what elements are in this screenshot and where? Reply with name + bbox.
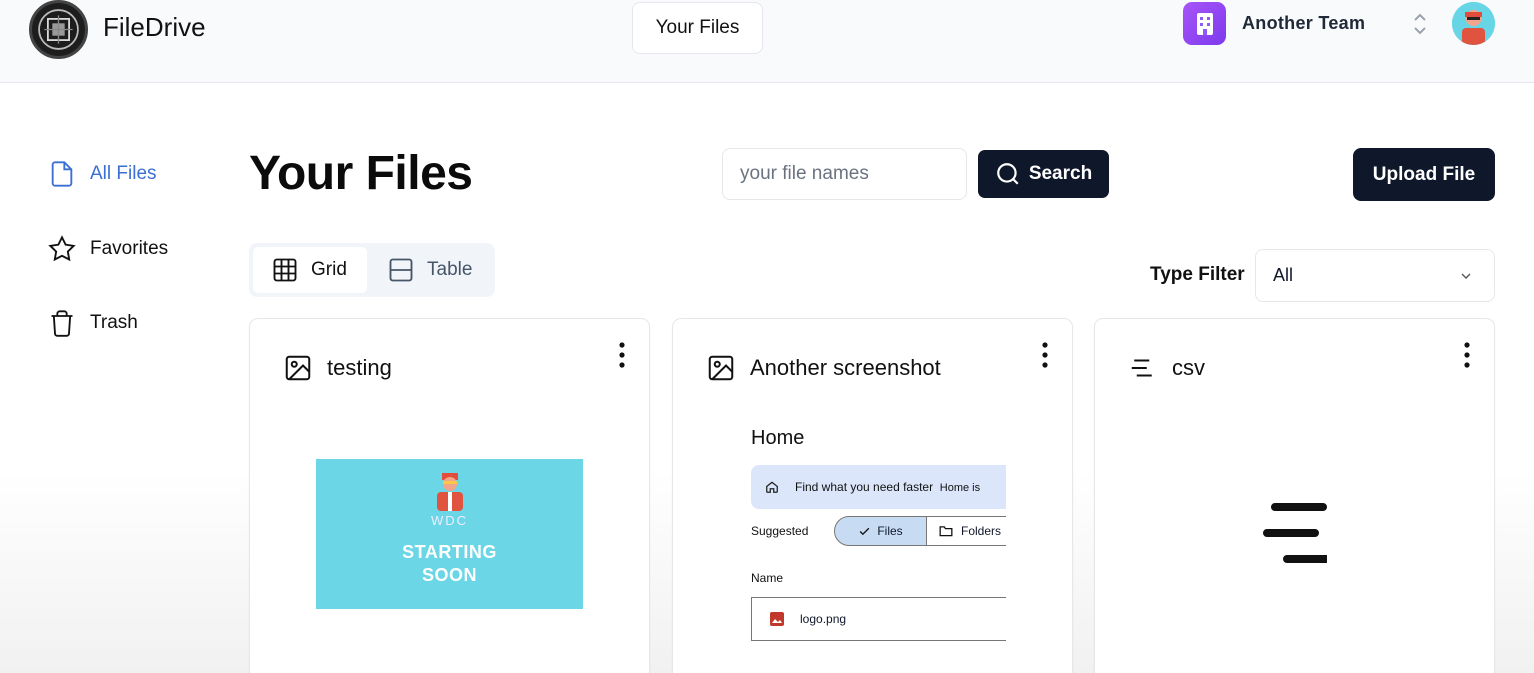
sidebar-item-label: All Files — [90, 163, 157, 184]
thumbnail-text: STARTING — [402, 542, 497, 562]
thumbnail-heading: Home — [751, 427, 805, 449]
thumbnail-banner-text: Find what you need faster Home is — [795, 480, 981, 494]
text-lines-icon — [1263, 503, 1327, 563]
upload-file-button[interactable]: Upload File — [1353, 148, 1495, 201]
file-icon — [51, 161, 73, 187]
file-card[interactable]: csv — [1094, 318, 1495, 673]
file-card[interactable]: testing WDC STARTING SOON — [249, 318, 650, 673]
type-filter-value: All — [1273, 265, 1294, 285]
file-thumbnail: Home Find what you need faster Home is S… — [751, 419, 1006, 649]
user-avatar[interactable] — [1452, 2, 1495, 45]
home-icon — [766, 481, 778, 493]
type-filter-label: Type Filter — [1150, 264, 1245, 285]
search-button[interactable]: Search — [978, 150, 1109, 198]
file-thumbnail: WDC STARTING SOON — [316, 459, 583, 609]
chevron-down-icon — [1461, 273, 1471, 279]
star-icon — [48, 235, 76, 262]
sidebar-item-label: Trash — [90, 312, 138, 333]
grid-icon — [273, 258, 297, 282]
thumbnail-file-row: logo.png — [751, 597, 1006, 641]
file-name: Another screenshot — [750, 355, 941, 380]
file-name: testing — [327, 355, 392, 380]
team-switcher-name[interactable]: Another Team — [1242, 13, 1365, 34]
image-icon — [708, 355, 734, 381]
more-vertical-icon[interactable] — [1462, 341, 1472, 369]
file-card[interactable]: Another screenshot Home Find what you ne… — [672, 318, 1073, 673]
thumbnail-suggested-label: Suggested — [751, 524, 809, 538]
thumbnail-banner: Find what you need faster Home is — [751, 465, 1006, 509]
text-lines-icon — [1131, 359, 1152, 377]
view-toggle: Grid Table — [249, 243, 495, 297]
more-vertical-icon[interactable] — [617, 341, 627, 369]
top-header: FileDrive Your Files Another Team — [0, 0, 1534, 83]
folder-icon — [939, 526, 953, 537]
thumbnail-text: SOON — [421, 565, 477, 585]
table-icon — [389, 258, 413, 282]
trash-icon — [51, 310, 73, 337]
sidebar-item-label: Favorites — [90, 238, 169, 259]
page-title: Your Files — [249, 147, 473, 200]
image-icon — [285, 355, 311, 381]
tab-grid-label: Grid — [311, 259, 347, 280]
thumbnail-name-header: Name — [751, 571, 784, 585]
sidebar-item-favorites[interactable]: Favorites — [48, 235, 168, 263]
file-card-header: testing — [283, 353, 392, 383]
search-button-label: Search — [1028, 163, 1093, 184]
type-filter-select[interactable]: All — [1255, 249, 1495, 302]
character-mascot-icon — [437, 473, 463, 511]
sidebar-item-all-files[interactable]: All Files — [48, 160, 157, 188]
thumbnail-chip-files: Files — [834, 516, 927, 546]
file-card-header: csv — [1128, 353, 1205, 383]
thumbnail-chip-folders: Folders — [926, 516, 1006, 546]
thumbnail-logo-text: WDC — [430, 513, 469, 528]
brand-name[interactable]: FileDrive — [103, 12, 206, 43]
chevrons-up-down-icon[interactable] — [1409, 9, 1431, 39]
more-vertical-icon[interactable] — [1040, 341, 1050, 369]
file-name: csv — [1172, 355, 1205, 380]
tab-grid[interactable]: Grid — [253, 247, 367, 293]
search-icon — [996, 163, 1019, 185]
tab-table-label: Table — [427, 259, 473, 280]
check-icon — [860, 527, 870, 535]
tab-table[interactable]: Table — [369, 247, 489, 293]
sidebar-item-trash[interactable]: Trash — [48, 309, 138, 337]
filedrive-logo[interactable] — [29, 0, 88, 59]
image-file-icon — [770, 612, 784, 626]
team-building-icon[interactable] — [1183, 2, 1226, 45]
search-input[interactable] — [722, 148, 967, 200]
file-card-header: Another screenshot — [706, 353, 941, 383]
nav-your-files[interactable]: Your Files — [632, 2, 763, 54]
